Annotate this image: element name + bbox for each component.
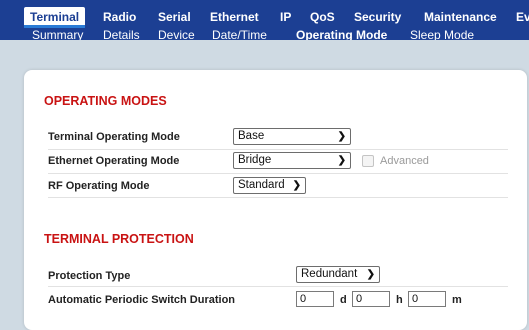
chevron-down-icon: ❯ bbox=[337, 155, 346, 166]
operating-modes-title: OPERATING MODES bbox=[44, 94, 167, 108]
ethernet-mode-label: Ethernet Operating Mode bbox=[48, 155, 180, 167]
minutes-input[interactable]: 0 bbox=[408, 291, 446, 307]
tab-maintenance[interactable]: Maintenance bbox=[424, 7, 497, 28]
row-divider bbox=[48, 173, 508, 174]
switch-duration-label: Automatic Periodic Switch Duration bbox=[48, 294, 236, 306]
tab-events[interactable]: Ev bbox=[516, 7, 529, 28]
chevron-down-icon: ❯ bbox=[337, 131, 346, 142]
subtab-details[interactable]: Details bbox=[103, 28, 140, 40]
advanced-label: Advanced bbox=[380, 155, 429, 167]
subtab-summary[interactable]: Summary bbox=[32, 28, 83, 40]
chevron-down-icon: ❯ bbox=[292, 180, 301, 191]
row-divider bbox=[48, 149, 508, 150]
subtab-date-time[interactable]: Date/Time bbox=[212, 28, 267, 40]
row-divider bbox=[48, 197, 508, 198]
tab-terminal[interactable]: Terminal bbox=[24, 7, 86, 28]
tab-ethernet[interactable]: Ethernet bbox=[210, 7, 259, 28]
top-navigation: Terminal Radio Serial Ethernet IP QoS Se… bbox=[0, 0, 529, 40]
ethernet-mode-select[interactable]: Bridge ❯ bbox=[233, 152, 351, 169]
tab-security[interactable]: Security bbox=[354, 7, 401, 28]
main-tabs: Terminal Radio Serial Ethernet IP QoS Se… bbox=[0, 7, 529, 28]
settings-panel: OPERATING MODES Terminal Operating Mode … bbox=[24, 70, 527, 330]
terminal-protection-title: TERMINAL PROTECTION bbox=[44, 232, 194, 246]
ethernet-mode-value: Bridge bbox=[238, 154, 272, 166]
rf-mode-label: RF Operating Mode bbox=[48, 180, 150, 192]
protection-type-select[interactable]: Redundant ❯ bbox=[296, 266, 380, 283]
tab-radio[interactable]: Radio bbox=[103, 7, 136, 28]
rf-mode-value: Standard bbox=[238, 179, 285, 191]
hours-unit: h bbox=[396, 294, 403, 306]
minutes-unit: m bbox=[452, 294, 462, 306]
subtab-device[interactable]: Device bbox=[158, 28, 195, 40]
sub-tabs: Summary Details Device Date/Time Operati… bbox=[0, 28, 529, 40]
terminal-mode-label: Terminal Operating Mode bbox=[48, 131, 180, 143]
terminal-mode-value: Base bbox=[238, 130, 265, 142]
tab-qos[interactable]: QoS bbox=[310, 7, 335, 28]
terminal-mode-select[interactable]: Base ❯ bbox=[233, 128, 351, 145]
days-input[interactable]: 0 bbox=[296, 291, 334, 307]
rf-mode-select[interactable]: Standard ❯ bbox=[233, 177, 306, 194]
days-unit: d bbox=[340, 294, 347, 306]
hours-input[interactable]: 0 bbox=[352, 291, 390, 307]
subtab-operating-mode[interactable]: Operating Mode bbox=[296, 28, 387, 40]
subtab-sleep-mode[interactable]: Sleep Mode bbox=[410, 28, 474, 40]
chevron-down-icon: ❯ bbox=[366, 269, 375, 280]
protection-type-value: Redundant bbox=[301, 268, 358, 280]
advanced-checkbox[interactable] bbox=[362, 155, 374, 167]
row-divider bbox=[48, 286, 508, 287]
tab-serial[interactable]: Serial bbox=[158, 7, 191, 28]
protection-type-label: Protection Type bbox=[48, 270, 131, 282]
tab-ip[interactable]: IP bbox=[280, 7, 291, 28]
